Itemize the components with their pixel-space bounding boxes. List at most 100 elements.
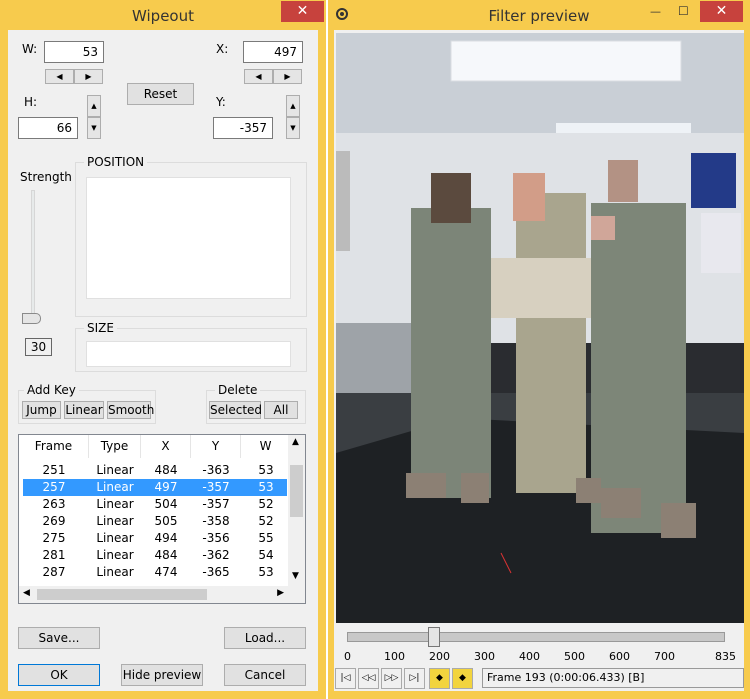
- table-cell: 497: [154, 480, 178, 494]
- table-cell: 55: [258, 531, 274, 545]
- table-row[interactable]: 281 Linear 484 -362 54: [23, 547, 287, 564]
- table-row[interactable]: 251 Linear 484 -363 53: [23, 462, 287, 479]
- horizontal-scroll-thumb[interactable]: [37, 589, 207, 600]
- strength-value: 30: [25, 338, 52, 356]
- table-row[interactable]: 257 Linear 497 -357 53: [23, 479, 287, 496]
- x-increase-button[interactable]: ▶: [273, 69, 302, 84]
- w-label: W:: [22, 42, 38, 56]
- linear-button[interactable]: Linear: [64, 401, 104, 419]
- col-header-y[interactable]: Y: [191, 435, 241, 458]
- scroll-down-icon[interactable]: ▼: [292, 571, 299, 581]
- table-cell: 281: [42, 548, 66, 562]
- list-vertical-scrollbar[interactable]: ▲ ▼: [288, 435, 305, 588]
- wipeout-close-button[interactable]: ✕: [281, 1, 324, 22]
- key-marker-icon: ◆: [459, 673, 466, 683]
- w-decrease-button[interactable]: ◀: [45, 69, 74, 84]
- minimize-icon: —: [650, 5, 661, 18]
- save-button[interactable]: Save...: [18, 627, 100, 649]
- h-down-button[interactable]: ▼: [87, 117, 101, 139]
- scroll-right-icon[interactable]: ▶: [277, 588, 284, 598]
- frame-status: Frame 193 (0:00:06.433) [B]: [482, 668, 744, 688]
- go-start-button[interactable]: |◁: [335, 668, 356, 689]
- video-frame-illustration: [336, 33, 744, 623]
- table-cell: 484: [154, 548, 178, 562]
- mark-out-button[interactable]: ◆: [452, 668, 473, 689]
- table-cell: -357: [202, 480, 230, 494]
- col-header-frame[interactable]: Frame: [19, 435, 89, 458]
- wipeout-title: Wipeout: [132, 7, 194, 25]
- smooth-button[interactable]: Smooth: [107, 401, 154, 419]
- table-row[interactable]: 263 Linear 504 -357 52: [23, 496, 287, 513]
- y-up-button[interactable]: ▲: [286, 95, 300, 117]
- scroll-left-icon[interactable]: ◀: [23, 588, 30, 598]
- w-input[interactable]: 53: [44, 41, 104, 63]
- minimize-button[interactable]: —: [650, 5, 661, 18]
- table-cell: -365: [202, 565, 230, 579]
- timeline-tick: 300: [474, 650, 495, 663]
- go-end-button[interactable]: ▷|: [404, 668, 425, 689]
- table-cell: 269: [42, 514, 66, 528]
- hide-preview-button[interactable]: Hide preview: [121, 664, 203, 686]
- h-up-button[interactable]: ▲: [87, 95, 101, 117]
- strength-slider-thumb[interactable]: [22, 313, 41, 324]
- vertical-scroll-thumb[interactable]: [290, 465, 303, 517]
- list-horizontal-scrollbar[interactable]: ◀ ▶: [19, 586, 305, 603]
- size-pad[interactable]: [86, 341, 291, 367]
- h-input[interactable]: 66: [18, 117, 78, 139]
- table-cell: 484: [154, 463, 178, 477]
- table-cell: Linear: [96, 531, 134, 545]
- mark-in-button[interactable]: ◆: [429, 668, 450, 689]
- table-cell: 275: [42, 531, 66, 545]
- col-header-w[interactable]: W: [241, 435, 291, 458]
- timeline-tick: 400: [519, 650, 540, 663]
- y-input[interactable]: -357: [213, 117, 273, 139]
- maximize-button[interactable]: ☐: [678, 4, 689, 18]
- next-key-icon: ▷▷: [384, 673, 399, 683]
- next-key-button[interactable]: ▷▷: [381, 668, 402, 689]
- go-start-icon: |◁: [340, 673, 351, 683]
- load-button[interactable]: Load...: [224, 627, 306, 649]
- table-cell: 52: [258, 497, 274, 511]
- scroll-up-icon[interactable]: ▲: [292, 437, 299, 447]
- table-cell: 53: [258, 565, 274, 579]
- table-cell: 53: [258, 480, 274, 494]
- x-input[interactable]: 497: [243, 41, 303, 63]
- delete-selected-button[interactable]: Selected: [209, 401, 262, 419]
- table-cell: Linear: [96, 480, 134, 494]
- reset-button[interactable]: Reset: [127, 83, 194, 105]
- timeline-tick: 100: [384, 650, 405, 663]
- preview-titlebar[interactable]: Filter preview — ☐ ✕: [328, 0, 750, 30]
- x-decrease-button[interactable]: ◀: [244, 69, 273, 84]
- table-cell: 494: [154, 531, 178, 545]
- timeline-track[interactable]: [347, 632, 725, 642]
- table-cell: 505: [154, 514, 178, 528]
- wipeout-titlebar[interactable]: Wipeout ✕: [0, 0, 326, 30]
- table-cell: 263: [42, 497, 66, 511]
- video-preview[interactable]: [336, 33, 744, 623]
- y-down-button[interactable]: ▼: [286, 117, 300, 139]
- preview-close-button[interactable]: ✕: [700, 1, 743, 22]
- table-cell: 504: [154, 497, 178, 511]
- table-cell: -357: [202, 497, 230, 511]
- col-header-type[interactable]: Type: [89, 435, 141, 458]
- delete-label: Delete: [215, 383, 261, 397]
- x-label: X:: [216, 42, 229, 56]
- wipeout-window: Wipeout ✕ W: 53 ◀ ▶ X: 497 ◀ ▶ Reset H: …: [0, 0, 326, 699]
- table-cell: 54: [258, 548, 274, 562]
- table-row[interactable]: 269 Linear 505 -358 52: [23, 513, 287, 530]
- table-row[interactable]: 275 Linear 494 -356 55: [23, 530, 287, 547]
- position-pad[interactable]: [86, 177, 291, 299]
- key-marker-icon: ◆: [436, 673, 443, 683]
- cancel-button[interactable]: Cancel: [224, 664, 306, 686]
- table-row[interactable]: 287 Linear 474 -365 53: [23, 564, 287, 581]
- strength-slider-track[interactable]: [31, 190, 35, 320]
- timeline-thumb[interactable]: [428, 627, 441, 647]
- ok-button[interactable]: OK: [18, 664, 100, 686]
- w-increase-button[interactable]: ▶: [74, 69, 103, 84]
- close-icon: ✕: [296, 3, 309, 19]
- prev-key-button[interactable]: ◁◁: [358, 668, 379, 689]
- keyframe-list[interactable]: Frame Type X Y W 251 Linear 484 -363 53 257 Li…: [18, 434, 306, 604]
- delete-all-button[interactable]: All: [264, 401, 298, 419]
- col-header-x[interactable]: X: [141, 435, 191, 458]
- jump-button[interactable]: Jump: [22, 401, 61, 419]
